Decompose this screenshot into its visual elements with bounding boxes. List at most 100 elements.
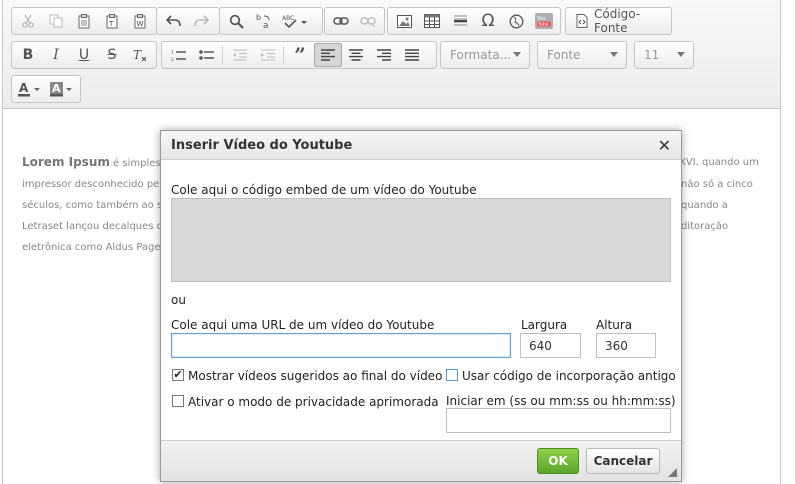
paragraph-group: 12 ”	[161, 41, 437, 69]
separator	[222, 46, 223, 64]
text-fragment: ditoração	[681, 221, 729, 232]
italic-icon[interactable]: I	[42, 43, 70, 67]
underline-icon[interactable]: U	[70, 43, 98, 67]
clipboard-group: T W	[11, 7, 157, 35]
insert-group: Ω You Tube	[387, 7, 561, 35]
bold-icon[interactable]: B	[14, 43, 42, 67]
text-fragment: Letraset lançou decalques c	[22, 221, 163, 232]
format-combo[interactable]: Formata...	[440, 41, 530, 69]
link-group	[324, 7, 385, 35]
format-combo-label: Formata...	[450, 48, 512, 62]
privacy-mode-checkbox[interactable]	[172, 395, 184, 407]
align-left-icon[interactable]	[314, 43, 342, 67]
privacy-mode-label: Ativar o modo de privacidade aprimorada	[188, 395, 439, 409]
size-combo-label: 11	[644, 48, 660, 62]
start-time-label: Iniciar em (ss ou mm:ss ou hh:mm:ss)	[446, 394, 676, 408]
indent-icon[interactable]	[253, 43, 281, 67]
text-fragment: não só a cinco	[681, 179, 753, 190]
remove-format-icon[interactable]: T	[126, 43, 154, 67]
svg-text:b: b	[256, 13, 261, 22]
svg-text:ABC: ABC	[282, 15, 294, 22]
find-group: ba ABC	[219, 7, 323, 35]
svg-text:A: A	[19, 81, 29, 95]
width-label: Largura	[521, 318, 568, 332]
dialog-title: Inserir Vídeo do Youtube	[161, 131, 681, 160]
width-input[interactable]	[520, 333, 581, 358]
outdent-icon[interactable]	[225, 43, 253, 67]
source-button[interactable]: Código-Fonte	[568, 7, 669, 35]
find-icon[interactable]	[222, 9, 250, 33]
paste-icon[interactable]	[70, 9, 98, 33]
old-embed-label: Usar código de incorporação antigo	[462, 369, 676, 383]
chevron-down-icon	[610, 52, 618, 57]
size-combo[interactable]: 11	[634, 41, 694, 69]
horizontal-rule-icon[interactable]	[446, 9, 474, 33]
editor-toolbar: T W ba ABC Ω You Tube Código-Fonte B I U…	[2, 0, 781, 109]
image-icon[interactable]	[390, 9, 418, 33]
source-group: Código-Fonte	[565, 7, 672, 35]
resize-handle-icon[interactable]	[668, 468, 677, 477]
align-center-icon[interactable]	[342, 43, 370, 67]
copy-icon[interactable]	[42, 9, 70, 33]
bullet-list-icon[interactable]	[192, 43, 220, 67]
align-right-icon[interactable]	[370, 43, 398, 67]
youtube-icon[interactable]: You Tube	[530, 9, 558, 33]
height-label: Altura	[596, 318, 633, 332]
embed-label: Cole aqui o código embed de um vídeo do …	[171, 183, 477, 197]
text-fragment: quando a	[681, 200, 728, 211]
replace-icon[interactable]: ba	[250, 9, 278, 33]
suggested-videos-label: Mostrar vídeos sugeridos ao final do víd…	[188, 369, 443, 383]
paste-text-icon[interactable]: T	[98, 9, 126, 33]
svg-text:Tube: Tube	[537, 22, 549, 28]
old-embed-checkbox[interactable]	[446, 369, 458, 381]
text-color-icon[interactable]: A	[14, 77, 46, 101]
ok-button[interactable]: OK	[537, 448, 579, 474]
blockquote-icon[interactable]: ”	[286, 43, 314, 67]
start-time-input[interactable]	[446, 408, 671, 433]
colors-group: A A	[11, 75, 81, 103]
separator	[283, 46, 284, 64]
iframe-icon[interactable]	[502, 9, 530, 33]
unlink-icon[interactable]	[355, 9, 383, 33]
svg-text:A: A	[52, 82, 61, 95]
url-input[interactable]	[171, 333, 511, 358]
lorem-lead: Lorem Ipsum	[22, 155, 110, 169]
height-input[interactable]	[596, 333, 656, 358]
cut-icon[interactable]	[14, 9, 42, 33]
chevron-down-icon	[677, 52, 685, 57]
cancel-button[interactable]: Cancelar	[586, 448, 660, 474]
suggested-videos-checkbox[interactable]: ✔	[172, 369, 184, 381]
undo-icon[interactable]	[159, 9, 187, 33]
source-label: Código-Fonte	[594, 7, 641, 35]
font-combo-label: Fonte	[547, 48, 581, 62]
svg-text:You: You	[536, 16, 546, 22]
strike-icon[interactable]: S	[98, 43, 126, 67]
svg-text:W: W	[137, 20, 144, 28]
close-icon[interactable]: ✕	[658, 136, 671, 155]
svg-text:T: T	[108, 20, 114, 28]
special-char-icon[interactable]: Ω	[474, 9, 502, 33]
svg-text:T: T	[133, 48, 142, 62]
redo-icon[interactable]	[187, 9, 215, 33]
undo-group	[156, 7, 220, 35]
chevron-down-icon	[513, 52, 521, 57]
url-label: Cole aqui uma URL de um vídeo do Youtube	[171, 318, 435, 332]
justify-icon[interactable]	[398, 43, 426, 67]
source-icon	[576, 14, 588, 28]
spellcheck-icon[interactable]: ABC	[278, 9, 312, 33]
font-combo[interactable]: Fonte	[537, 41, 627, 69]
text-fragment: séculos, como também ao sa	[22, 200, 169, 211]
embed-code-textarea[interactable]	[171, 198, 671, 282]
svg-text:1: 1	[171, 49, 174, 55]
text-fragment: impressor desconhecido peg	[22, 179, 166, 190]
table-icon[interactable]	[418, 9, 446, 33]
text-fragment: eletrônica como Aldus Pagel	[22, 242, 164, 253]
basic-styles-group: B I U S T	[11, 41, 157, 69]
bg-color-icon[interactable]: A	[46, 77, 78, 101]
text-fragment: XVI, quando um	[679, 157, 759, 168]
youtube-dialog: Inserir Vídeo do Youtube ✕ Cole aqui o c…	[160, 130, 682, 482]
paste-word-icon[interactable]: W	[126, 9, 154, 33]
numbered-list-icon[interactable]: 12	[164, 43, 192, 67]
dialog-footer: OK Cancelar	[161, 440, 681, 481]
link-icon[interactable]	[327, 9, 355, 33]
